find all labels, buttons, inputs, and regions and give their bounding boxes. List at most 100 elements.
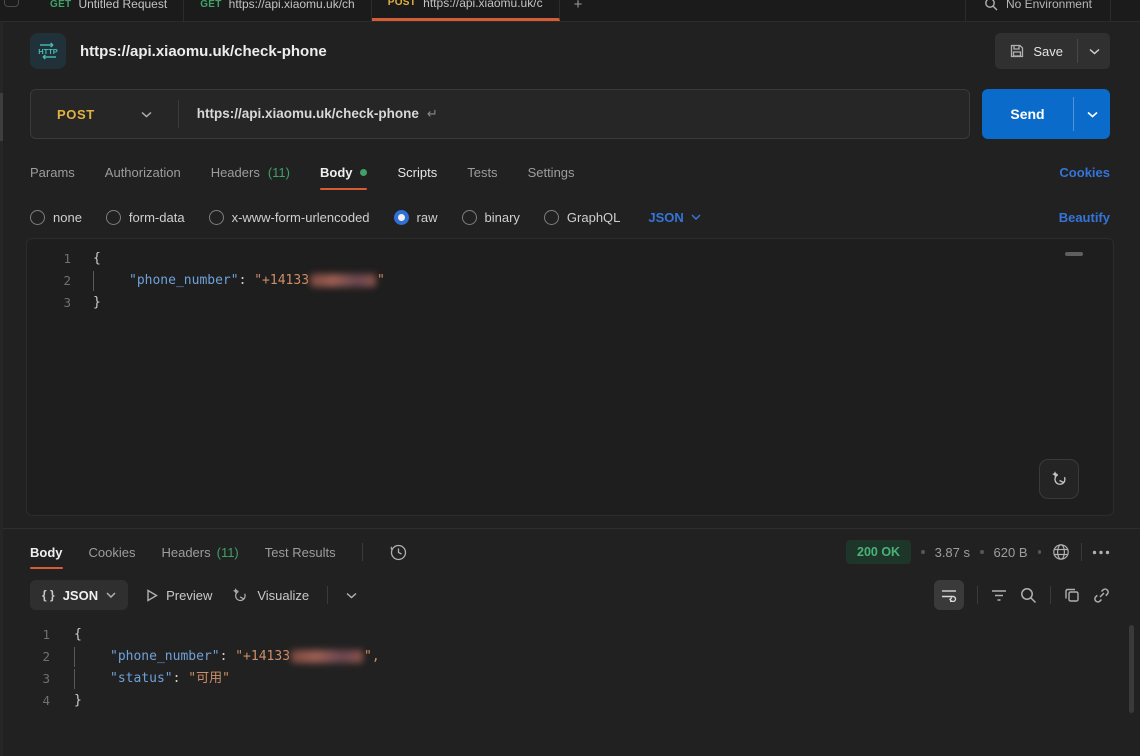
url-row: POST https://api.xiaomu.uk/check-phone↵ …: [0, 80, 1140, 148]
redacted-phone-digits: [291, 650, 363, 663]
copy-icon[interactable]: [1064, 587, 1080, 603]
body-type-graphql[interactable]: GraphQL: [544, 210, 620, 225]
sidebar-scroll-handle[interactable]: [0, 93, 3, 141]
status-badge[interactable]: 200 OK: [846, 540, 911, 564]
send-options-chevron-down-icon[interactable]: [1074, 89, 1110, 139]
code-line: 4 }: [0, 690, 1140, 712]
request-tab-1[interactable]: GET Untitled Request: [34, 0, 184, 21]
body-type-label: form-data: [129, 210, 185, 225]
response-tab-test-results[interactable]: Test Results: [265, 545, 336, 560]
response-format-select[interactable]: { } JSON: [30, 580, 128, 610]
tab-headers[interactable]: Headers (11): [211, 148, 290, 196]
response-size[interactable]: 620 B: [994, 545, 1028, 560]
url-divider: [178, 100, 179, 128]
tab-title: Untitled Request: [78, 0, 167, 11]
indent-guide: [93, 271, 94, 291]
response-view-row: { } JSON Preview: [0, 575, 1140, 615]
code-token: }: [74, 693, 82, 708]
tab-params[interactable]: Params: [30, 148, 75, 196]
radio-icon: [106, 210, 121, 225]
tab-method-badge: GET: [50, 0, 71, 10]
icons-divider: [1050, 586, 1051, 604]
line-number: 3: [0, 668, 50, 690]
postbot-button[interactable]: [1039, 459, 1079, 499]
search-response-icon[interactable]: [1020, 587, 1037, 604]
body-type-binary[interactable]: binary: [462, 210, 520, 225]
indent-guide: [74, 647, 75, 667]
response-history-clock-icon[interactable]: [389, 543, 408, 562]
response-headers-label: Headers: [161, 545, 210, 560]
beautify-link[interactable]: Beautify: [1059, 210, 1110, 225]
tab-body-active[interactable]: Body: [320, 148, 368, 196]
radio-icon: [544, 210, 559, 225]
request-tab-3-active[interactable]: POST https://api.xiaomu.uk/c: [372, 0, 560, 21]
body-type-raw-selected[interactable]: raw: [394, 210, 438, 225]
json-string-value: "可用": [188, 671, 230, 686]
view-options-chevron-down-icon[interactable]: [346, 592, 357, 599]
body-type-urlencoded[interactable]: x-www-form-urlencoded: [209, 210, 370, 225]
code-token: {: [93, 251, 101, 266]
response-tab-body[interactable]: Body: [30, 545, 63, 560]
format-chevron-down-icon: [106, 592, 116, 598]
visualize-button[interactable]: Visualize: [230, 586, 309, 605]
network-globe-icon[interactable]: [1051, 542, 1071, 562]
send-button[interactable]: Send: [982, 89, 1073, 139]
preview-button[interactable]: Preview: [146, 588, 212, 603]
code-token: }: [93, 295, 101, 310]
separator-dot: [921, 550, 925, 554]
code-token: {: [74, 627, 82, 642]
response-tab-cookies[interactable]: Cookies: [89, 545, 136, 560]
code-line: 3 }: [27, 292, 1113, 314]
body-type-label: raw: [417, 210, 438, 225]
visualize-label: Visualize: [257, 588, 309, 603]
url-input[interactable]: https://api.xiaomu.uk/check-phone↵: [197, 106, 438, 122]
response-body-editor[interactable]: 1 { 2 "phone_number": "+14133", 3 "statu…: [0, 615, 1140, 712]
link-icon[interactable]: [1093, 587, 1110, 604]
preview-label: Preview: [166, 588, 212, 603]
cookies-link[interactable]: Cookies: [1059, 148, 1110, 196]
radio-icon: [209, 210, 224, 225]
json-string-value: "+14133: [235, 649, 290, 664]
response-action-icons: [934, 580, 1110, 610]
body-type-form-data[interactable]: form-data: [106, 210, 185, 225]
body-type-none[interactable]: none: [30, 210, 82, 225]
response-toolbar: Body Cookies Headers (11) Test Results 2…: [0, 529, 1140, 575]
raw-language-select[interactable]: JSON: [648, 210, 700, 225]
response-format-value: JSON: [63, 588, 98, 603]
line-number: 1: [0, 624, 50, 646]
toolbar-divider: [362, 543, 363, 561]
filter-icon[interactable]: [991, 589, 1007, 602]
response-tab-headers[interactable]: Headers (11): [161, 545, 238, 560]
save-button[interactable]: Save: [995, 33, 1077, 69]
tab-authorization[interactable]: Authorization: [105, 148, 181, 196]
word-wrap-toggle[interactable]: [934, 580, 964, 610]
request-body-editor[interactable]: 1 { 2 "phone_number": "+14133" 3 }: [26, 238, 1114, 516]
request-tab-2[interactable]: GET https://api.xiaomu.uk/ch: [184, 0, 372, 21]
tab-tests[interactable]: Tests: [467, 148, 497, 196]
tab-scripts[interactable]: Scripts: [397, 148, 437, 196]
environment-selector[interactable]: No Environment: [965, 0, 1110, 21]
save-floppy-icon: [1009, 43, 1025, 59]
editor-scrollbar-handle[interactable]: [1065, 252, 1083, 256]
tab-settings[interactable]: Settings: [528, 148, 575, 196]
method-chevron-down-icon[interactable]: [141, 111, 152, 118]
method-selector-value[interactable]: POST: [57, 107, 95, 122]
tab-title: https://api.xiaomu.uk/c: [423, 0, 542, 10]
sidebar-toggle-icon[interactable]: [4, 0, 19, 7]
body-has-content-dot: [360, 169, 367, 176]
code-line: 2 "phone_number": "+14133",: [0, 646, 1140, 668]
response-scrollbar[interactable]: [1129, 625, 1134, 713]
separator-dot: [1038, 550, 1042, 554]
new-tab-button[interactable]: +: [560, 0, 597, 21]
radio-icon: [30, 210, 45, 225]
environment-label: No Environment: [1006, 0, 1092, 11]
response-time[interactable]: 3.87 s: [935, 545, 970, 560]
code-line: 1 {: [0, 624, 1140, 646]
redacted-phone-digits: [310, 274, 376, 287]
radio-icon: [462, 210, 477, 225]
topbar-right-edge: [1110, 0, 1140, 21]
json-key: "status": [110, 671, 173, 686]
save-options-chevron-down-icon[interactable]: [1078, 33, 1110, 69]
tab-headers-label: Headers: [211, 165, 260, 180]
response-options-ellipsis-icon[interactable]: [1092, 550, 1110, 555]
